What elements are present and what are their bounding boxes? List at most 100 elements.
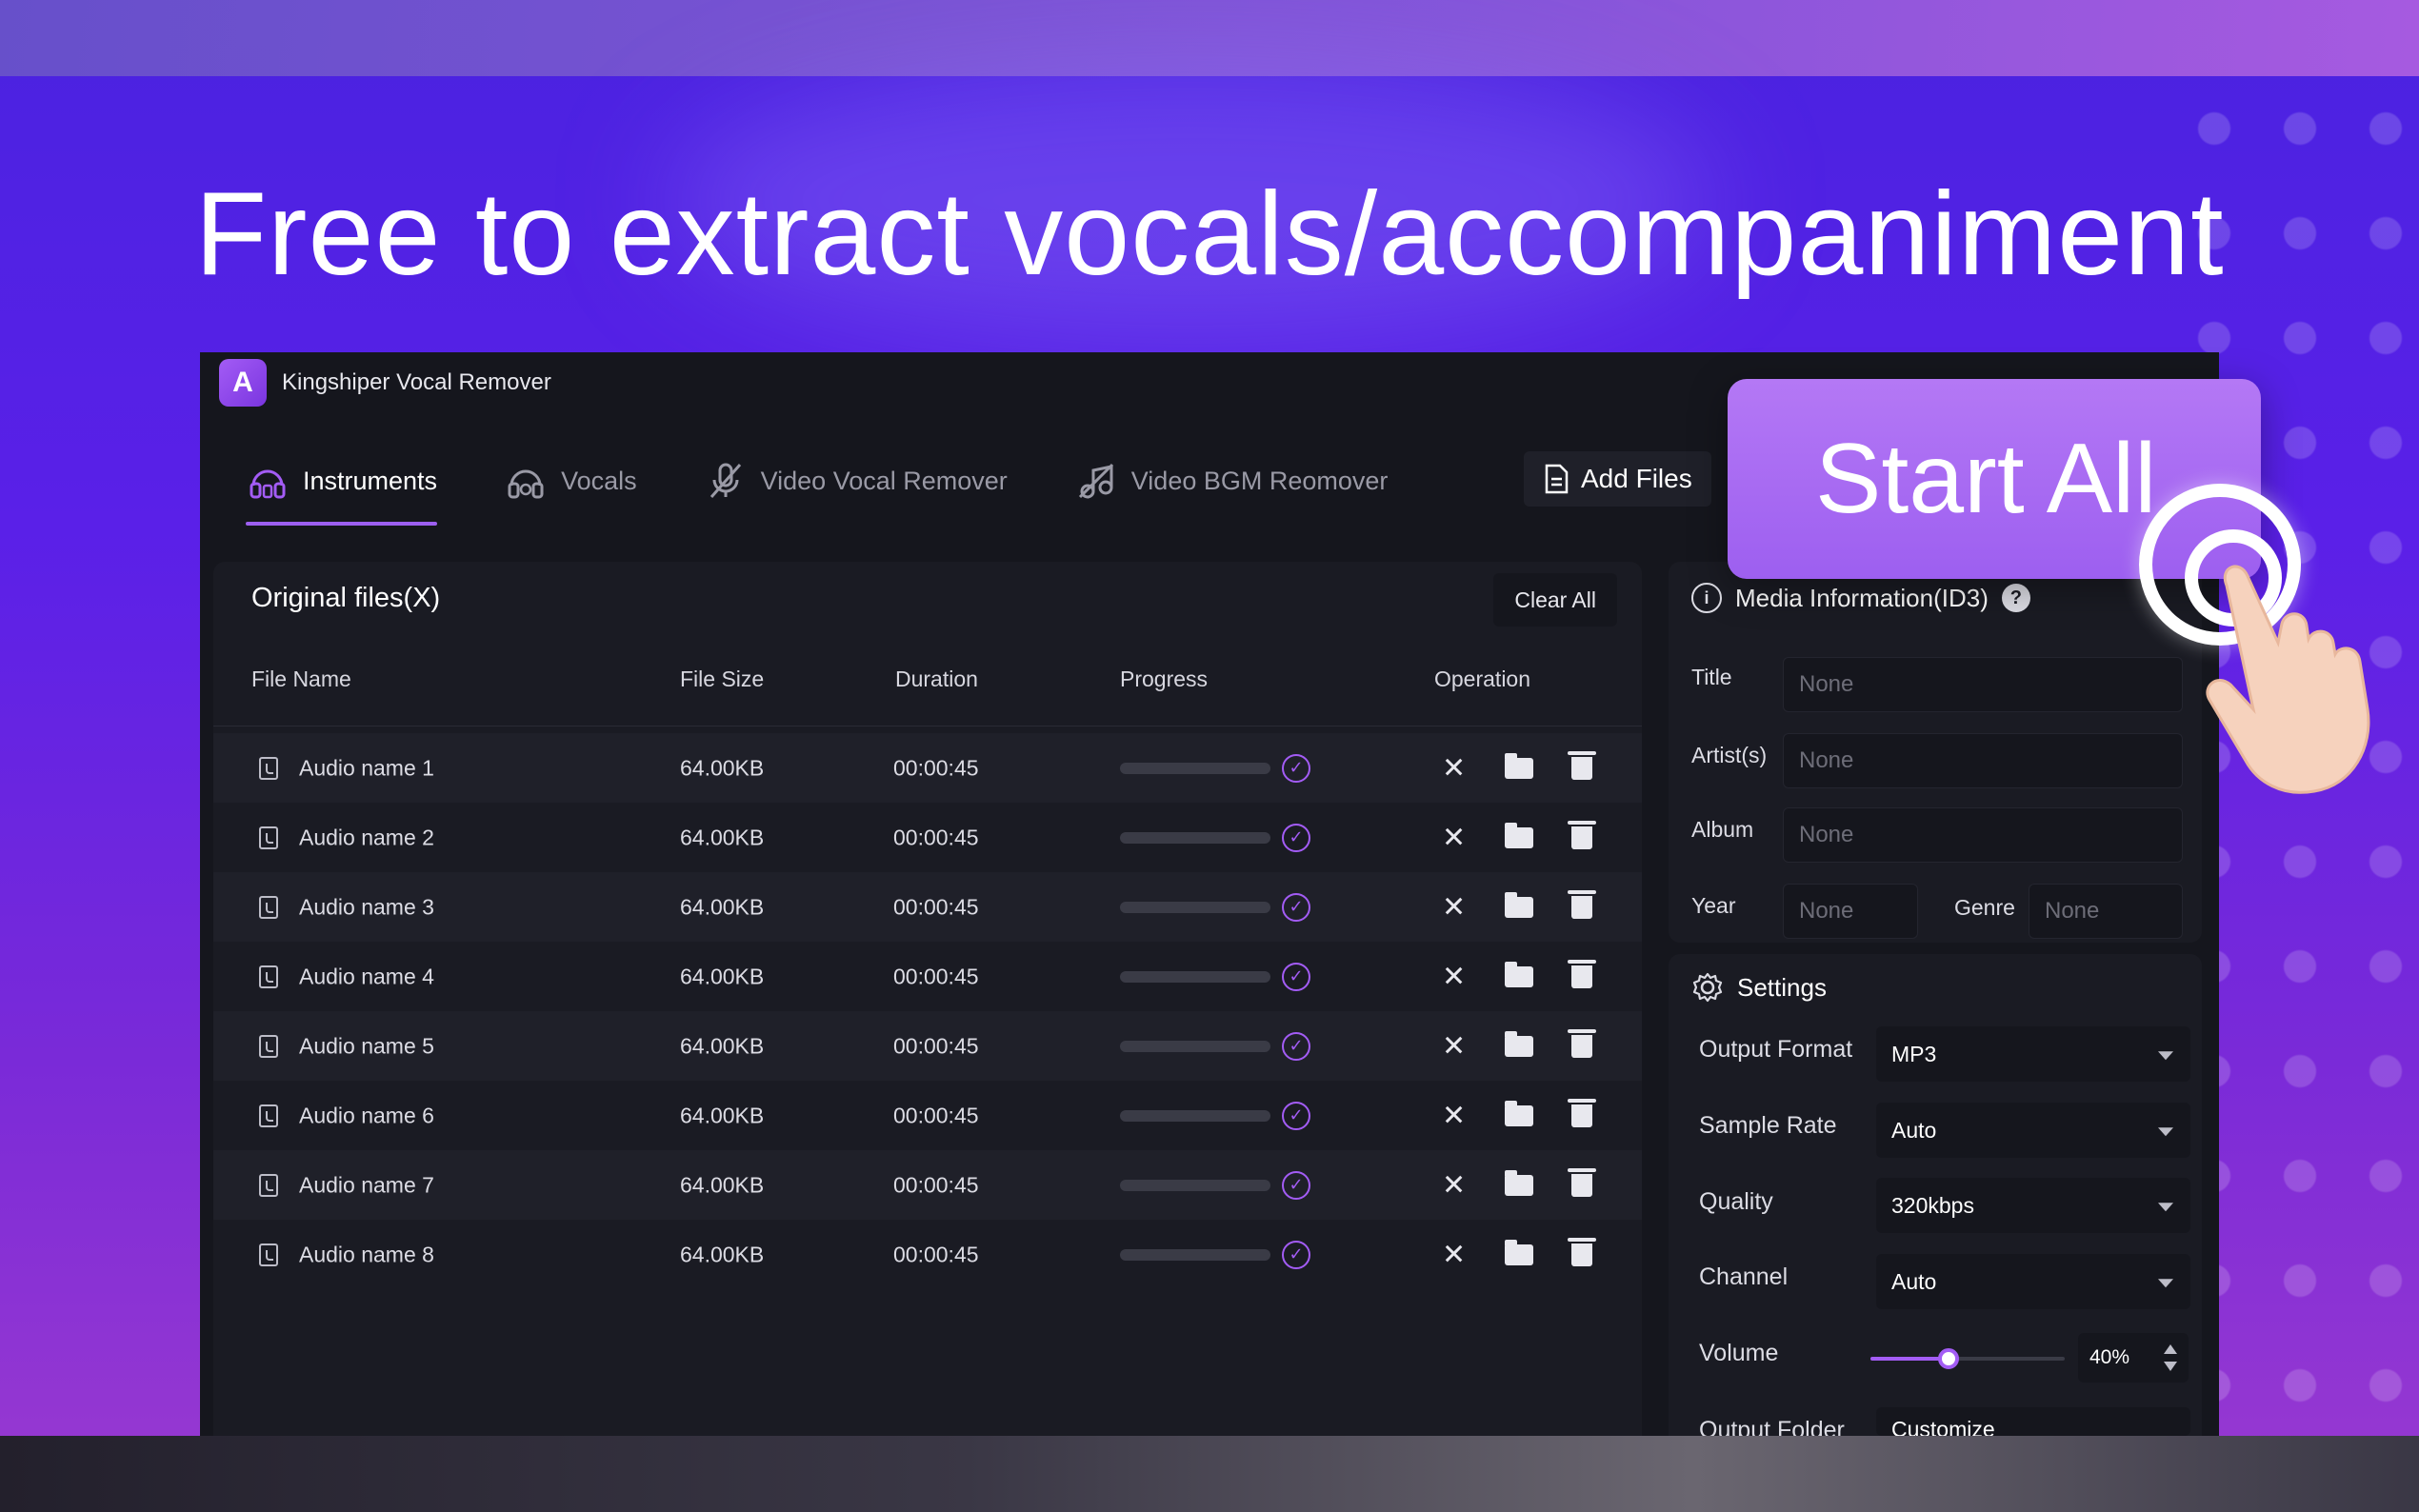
promo-headline: Free to extract vocals/accompaniment (194, 169, 2225, 300)
folder-icon[interactable] (1505, 1100, 1533, 1126)
quality-select[interactable]: 320kbps (1876, 1178, 2190, 1233)
file-name: Audio name 1 (299, 755, 434, 780)
tab-label: Video BGM Reomover (1130, 466, 1389, 495)
volume-slider[interactable] (1870, 1348, 2065, 1369)
folder-icon[interactable] (1505, 891, 1533, 918)
trash-icon[interactable] (1568, 959, 1596, 988)
folder-icon[interactable] (1505, 1030, 1533, 1057)
file-duration: 00:00:45 (893, 1242, 979, 1266)
file-size: 64.00KB (680, 964, 765, 988)
chevron-down-icon (2158, 1051, 2173, 1061)
help-icon[interactable]: ? (2001, 584, 2030, 612)
audio-file-icon (259, 965, 278, 988)
progress-bar (1120, 1109, 1270, 1122)
album-field[interactable]: None (1783, 807, 2183, 863)
close-icon[interactable]: ✕ (1442, 890, 1466, 924)
folder-icon[interactable] (1505, 752, 1533, 779)
volume-value: 40% (2089, 1346, 2130, 1368)
file-duration: 00:00:45 (893, 964, 979, 988)
check-circle-icon: ✓ (1282, 962, 1310, 991)
files-panel-title: Original files(X) (251, 583, 441, 613)
folder-icon[interactable] (1505, 1239, 1533, 1265)
file-name: Audio name 3 (299, 894, 434, 919)
trash-icon[interactable] (1568, 1237, 1596, 1266)
mic-off-icon (704, 459, 748, 503)
close-icon[interactable]: ✕ (1442, 751, 1466, 785)
genre-label: Genre (1954, 895, 2015, 920)
sample-rate-select[interactable]: Auto (1876, 1103, 2190, 1158)
col-progress: Progress (1120, 666, 1209, 691)
close-icon[interactable]: ✕ (1442, 1099, 1466, 1132)
close-icon[interactable]: ✕ (1442, 821, 1466, 854)
trash-icon[interactable] (1568, 820, 1596, 849)
media-information-panel: i Media Information(ID3) ? Title Artist(… (1669, 562, 2202, 943)
table-row[interactable]: Audio name 2 64.00KB 00:00:45 ✓ ✕ (213, 803, 1642, 872)
volume-stepper[interactable]: 40% (2078, 1333, 2189, 1383)
file-name: Audio name 7 (299, 1172, 434, 1197)
file-name: Audio name 8 (299, 1242, 434, 1266)
progress-bar (1120, 762, 1270, 774)
table-row[interactable]: Audio name 8 64.00KB 00:00:45 ✓ ✕ (213, 1220, 1642, 1289)
file-size: 64.00KB (680, 1103, 765, 1127)
volume-slider-handle[interactable] (1937, 1348, 1959, 1369)
add-files-label: Add Files (1581, 464, 1692, 493)
progress-bar (1120, 970, 1270, 983)
genre-field[interactable]: None (2029, 884, 2183, 939)
artist-field[interactable]: None (1783, 733, 2183, 788)
app-title: Kingshiper Vocal Remover (282, 369, 551, 395)
close-icon[interactable]: ✕ (1442, 1029, 1466, 1063)
progress-bar (1120, 831, 1270, 844)
progress-bar (1120, 1248, 1270, 1261)
tab-video-bgm-remover[interactable]: Video BGM Reomover (1074, 448, 1389, 514)
table-row[interactable]: Audio name 5 64.00KB 00:00:45 ✓ ✕ (213, 1011, 1642, 1081)
trash-icon[interactable] (1568, 1167, 1596, 1197)
audio-file-icon (259, 1104, 278, 1127)
output-format-select[interactable]: MP3 (1876, 1026, 2190, 1082)
audio-file-icon (259, 826, 278, 849)
check-circle-icon: ✓ (1282, 1240, 1310, 1269)
sample-rate-label: Sample Rate (1699, 1112, 1837, 1139)
trash-icon[interactable] (1568, 889, 1596, 919)
table-row[interactable]: Audio name 7 64.00KB 00:00:45 ✓ ✕ (213, 1150, 1642, 1220)
table-row[interactable]: Audio name 6 64.00KB 00:00:45 ✓ ✕ (213, 1081, 1642, 1150)
music-note-off-icon (1074, 459, 1118, 503)
close-icon[interactable]: ✕ (1442, 1238, 1466, 1271)
check-circle-icon: ✓ (1282, 823, 1310, 852)
file-size: 64.00KB (680, 1033, 765, 1058)
folder-icon[interactable] (1505, 1169, 1533, 1196)
progress-bar (1120, 1179, 1270, 1191)
mode-tabs: Instruments Vocals Video Vocal Remover V… (246, 448, 1389, 526)
file-size: 64.00KB (680, 825, 765, 849)
folder-icon[interactable] (1505, 822, 1533, 848)
trash-icon[interactable] (1568, 1028, 1596, 1058)
trash-icon[interactable] (1568, 1098, 1596, 1127)
file-duration: 00:00:45 (893, 894, 979, 919)
file-table-body: Audio name 1 64.00KB 00:00:45 ✓ ✕ Audio … (213, 733, 1642, 1289)
output-folder-select[interactable]: Customize (1876, 1407, 2190, 1436)
output-folder-value: Customize (1891, 1417, 1995, 1436)
file-name: Audio name 2 (299, 825, 434, 849)
tab-vocals[interactable]: Vocals (504, 448, 637, 514)
media-info-title: Media Information(ID3) (1735, 583, 1989, 612)
title-field[interactable]: None (1783, 657, 2183, 712)
audio-file-icon (259, 1034, 278, 1058)
year-field[interactable]: None (1783, 884, 1918, 939)
table-row[interactable]: Audio name 3 64.00KB 00:00:45 ✓ ✕ (213, 872, 1642, 942)
table-row[interactable]: Audio name 4 64.00KB 00:00:45 ✓ ✕ (213, 942, 1642, 1011)
settings-title: Settings (1737, 972, 1827, 1002)
table-header: File Name File Size Duration Progress Op… (213, 666, 1642, 705)
channel-select[interactable]: Auto (1876, 1254, 2190, 1309)
close-icon[interactable]: ✕ (1442, 1168, 1466, 1202)
folder-icon[interactable] (1505, 961, 1533, 987)
tab-instruments[interactable]: Instruments (246, 448, 438, 526)
tab-video-vocal-remover[interactable]: Video Vocal Remover (704, 448, 1008, 514)
clear-all-button[interactable]: Clear All (1493, 573, 1617, 627)
quality-label: Quality (1699, 1188, 1773, 1215)
table-row[interactable]: Audio name 1 64.00KB 00:00:45 ✓ ✕ (213, 733, 1642, 803)
file-name: Audio name 6 (299, 1103, 434, 1127)
stepper-arrows-icon[interactable] (2164, 1344, 2177, 1371)
close-icon[interactable]: ✕ (1442, 960, 1466, 993)
add-files-button[interactable]: Add Files (1524, 451, 1711, 507)
title-label: Title (1691, 665, 1732, 689)
trash-icon[interactable] (1568, 750, 1596, 780)
